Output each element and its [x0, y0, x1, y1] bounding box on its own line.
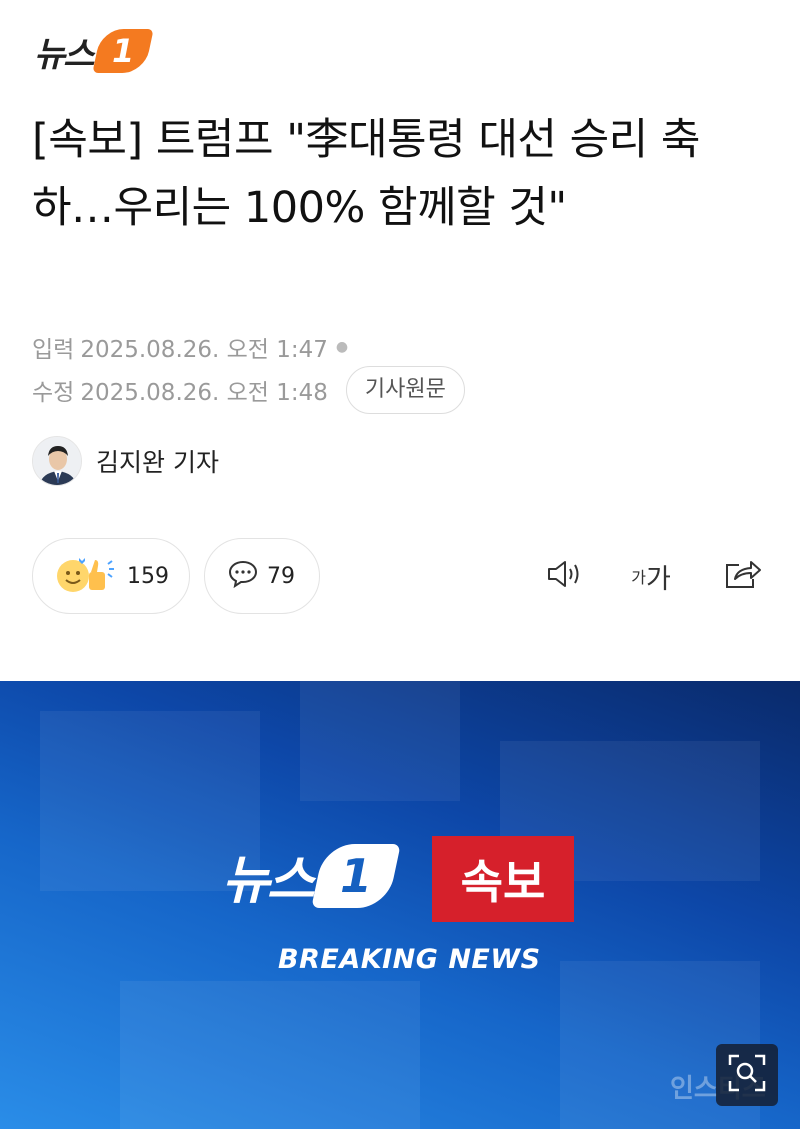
breaking-news-text: BREAKING NEWS [278, 944, 541, 975]
reporter-avatar [32, 436, 82, 486]
news1-logo[interactable]: 뉴스 1 [34, 26, 154, 76]
logo-text: 뉴스 [34, 34, 95, 75]
input-time: 2025.08.26. 오전 1:47 [80, 337, 328, 363]
reaction-button[interactable]: 159 [32, 538, 190, 614]
bg-panel [300, 681, 460, 801]
speaker-icon [545, 558, 585, 594]
edit-label: 수정 [32, 380, 75, 406]
edit-time-value: 2025.08.26. 오전 1:48 [80, 380, 328, 406]
audio-button[interactable] [542, 556, 588, 596]
original-article-button[interactable]: 기사원문 [345, 366, 465, 414]
input-label: 입력 [32, 337, 75, 363]
hero-logo-badge: 1 [310, 843, 401, 908]
reporter-name: 김지완 기자 [96, 448, 219, 477]
hero-news1-logo: 뉴스 1 [222, 838, 401, 913]
comment-count: 79 [267, 563, 295, 589]
zoom-icon [727, 1053, 767, 1097]
reporter[interactable]: 김지완 기자 [32, 436, 219, 486]
comment-button[interactable]: 79 [204, 538, 320, 614]
article-headline: [속보] 트럼프 "李대통령 대선 승리 축하…우리는 100% 함께할 것" [32, 115, 700, 233]
zoom-image-button[interactable] [716, 1044, 778, 1106]
separator-dot: ● [335, 339, 349, 355]
publish-time: 입력 2025.08.26. 오전 1:47 ● [32, 330, 348, 364]
share-icon [723, 557, 763, 595]
hero-image[interactable] [0, 681, 800, 1129]
share-button[interactable] [720, 556, 766, 596]
font-size-button[interactable]: 가 가 [626, 556, 676, 596]
font-big-label: 가 [645, 563, 671, 595]
comment-icon [227, 559, 259, 593]
bg-panel [120, 981, 420, 1129]
hero-logo-text: 뉴스 [222, 851, 315, 911]
logo-badge: 1 [91, 29, 154, 73]
breaking-badge: 속보 [432, 836, 574, 922]
smile-thumbs-up-icon [55, 554, 119, 598]
article-actions: 159 79 가 가 [32, 538, 772, 614]
edit-time: 수정 2025.08.26. 오전 1:48 기사원문 [32, 366, 465, 414]
reaction-count: 159 [127, 563, 169, 589]
font-small-label: 가 [631, 568, 646, 587]
